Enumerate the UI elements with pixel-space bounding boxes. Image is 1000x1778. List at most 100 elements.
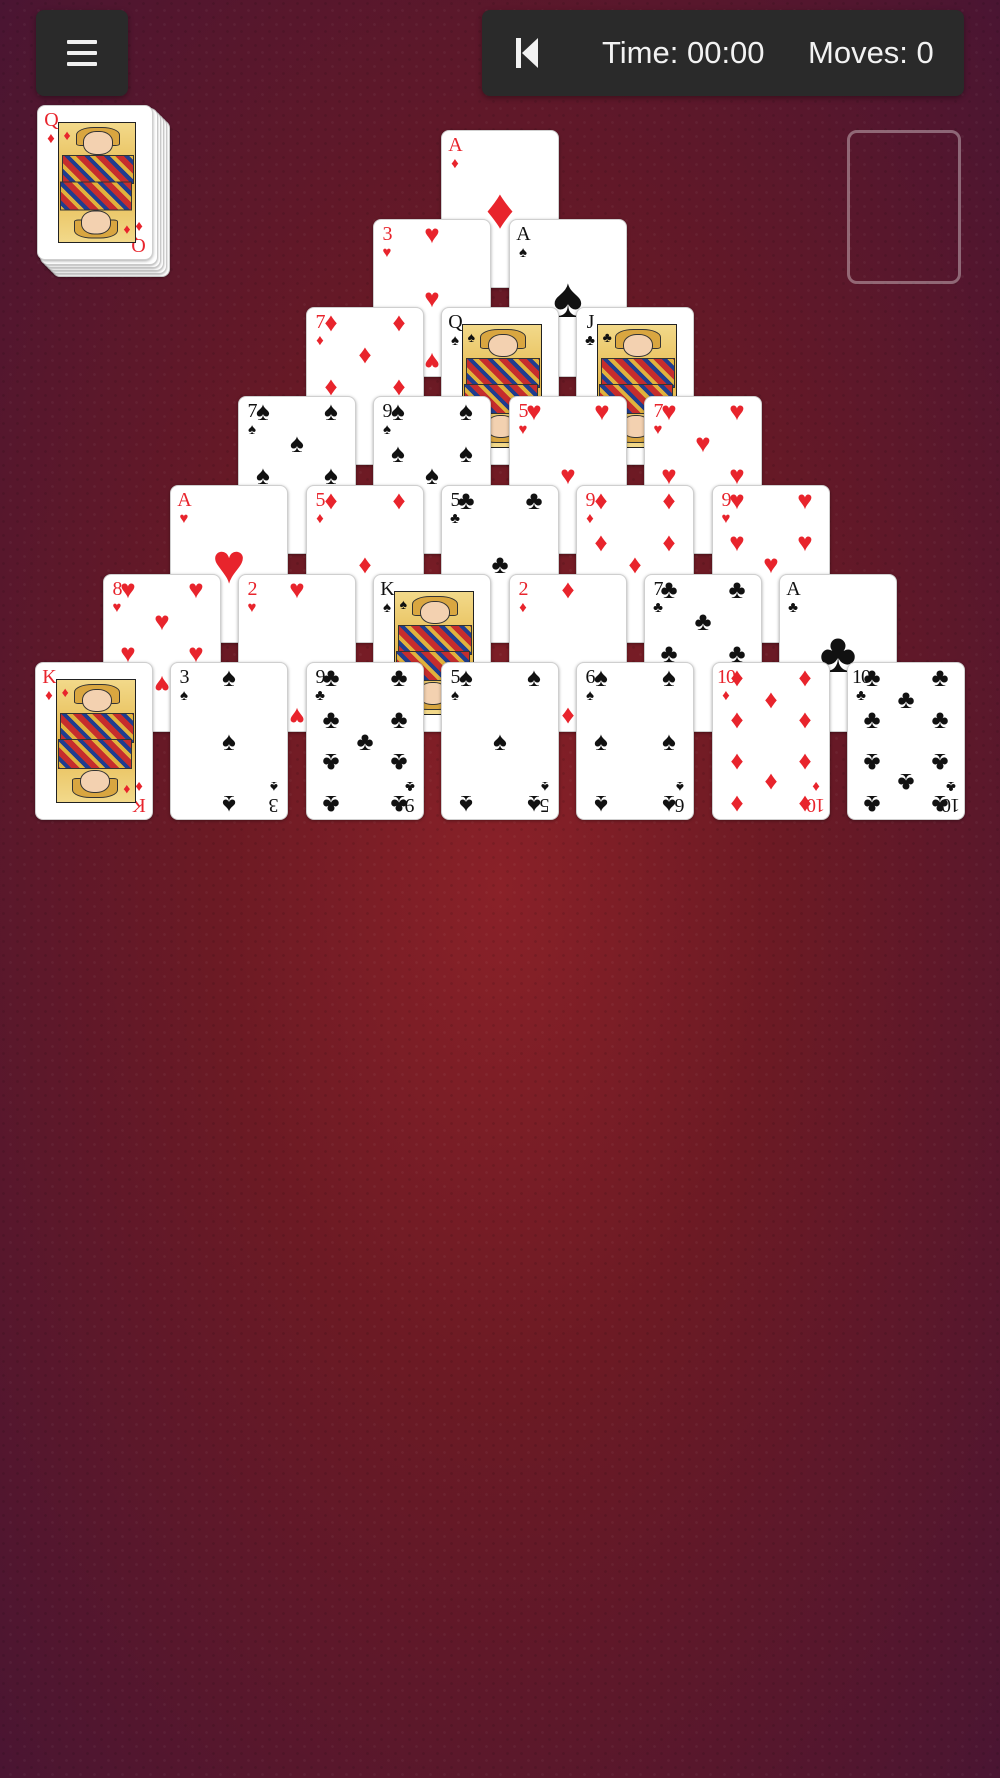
hearts-icon: ♥ (594, 396, 610, 426)
diamonds-icon: ♦ (594, 485, 608, 515)
spades-icon: ♠ (493, 726, 507, 756)
diamonds-icon: ♦ (730, 790, 744, 820)
card-rank: A (177, 489, 191, 511)
diamonds-icon: ♦ (358, 339, 372, 369)
clubs-icon: ♣ (863, 747, 881, 778)
spades-icon: ♠ (324, 396, 338, 426)
pyramid-card[interactable]: 9 ♣ 9 ♣ ♣ ♣ ♣ ♣ ♣ ♣ ♣ ♣ ♣ (306, 662, 424, 820)
diamonds-icon: ♦ (730, 662, 744, 692)
pyramid-card[interactable]: 6 ♠ 6 ♠ ♠ ♠ ♠ ♠ ♠ ♠ (576, 662, 694, 820)
spades-icon: ♠ (222, 790, 236, 820)
diamonds-icon: ♦ (561, 574, 575, 604)
pyramid-card[interactable]: 10 ♦ 10 ♦ ♦ ♦ ♦ ♦ ♦ ♦ ♦ ♦ ♦ ♦ (712, 662, 830, 820)
clubs-icon: ♣ (390, 747, 408, 778)
card-pips: ♣ ♣ ♣ ♣ ♣ ♣ ♣ ♣ ♣ ♣ (863, 664, 948, 819)
diamonds-icon: ♦ (324, 485, 338, 515)
hearts-icon: ♥ (424, 219, 440, 249)
card-corner-top: 3 ♠ (175, 667, 193, 703)
clubs-icon: ♣ (390, 790, 408, 820)
spades-icon: ♠ (527, 790, 541, 820)
card-corner-top: A ♦ (446, 135, 464, 171)
spades-icon: ♠ (527, 662, 541, 692)
clubs-icon: ♣ (694, 606, 712, 636)
spades-icon: ♠ (459, 396, 473, 426)
spades-icon: ♠ (222, 662, 236, 692)
spades-icon: ♠ (180, 687, 188, 704)
pyramid-card[interactable]: 5 ♠ 5 ♠ ♠ ♠ ♠ ♠ ♠ (441, 662, 559, 820)
spades-icon: ♠ (222, 726, 236, 756)
pyramid-card[interactable]: K ♦ K ♦ ♦ ♦ (35, 662, 153, 820)
spades-icon: ♠ (594, 790, 608, 820)
diamonds-icon: ♦ (764, 683, 778, 714)
clubs-icon: ♣ (525, 485, 543, 515)
pyramid-card[interactable]: 3 ♠ 3 ♠ ♠ ♠ ♠ (170, 662, 288, 820)
hearts-icon: ♥ (289, 702, 305, 732)
diamonds-icon: ♦ (61, 683, 69, 700)
undo-button[interactable] (482, 10, 572, 96)
clubs-icon: ♣ (931, 790, 949, 820)
diamonds-icon: ♦ (798, 704, 812, 735)
spades-icon: ♠ (459, 438, 473, 469)
card-pips: ♠ ♠ ♠ ♠ ♠ (459, 664, 541, 819)
card-rank: A (516, 223, 530, 245)
diamonds-icon: ♦ (324, 307, 338, 337)
hearts-icon: ♥ (154, 606, 170, 636)
card-pips: ♦ ♦ ♦ ♦ ♦ ♦ ♦ ♦ ♦ ♦ (730, 664, 811, 819)
card-pips: ♠ ♠ ♠ ♠ ♠ ♠ (594, 664, 676, 819)
card-pips: ♠ ♠ ♠ (195, 664, 263, 819)
diamonds-icon: ♦ (730, 747, 744, 778)
clubs-icon: ♣ (390, 662, 408, 692)
menu-button[interactable] (36, 10, 128, 96)
diamonds-icon: ♦ (392, 485, 406, 515)
hearts-icon: ♥ (424, 347, 440, 377)
clubs-icon: ♣ (897, 683, 915, 714)
spades-icon: ♠ (662, 726, 676, 756)
clubs-icon: ♣ (788, 599, 798, 616)
clubs-icon: ♣ (931, 662, 949, 692)
diamonds-icon: ♦ (662, 527, 676, 558)
spades-icon: ♠ (290, 428, 304, 458)
clubs-icon: ♣ (356, 726, 374, 756)
spades-icon: ♠ (459, 662, 473, 692)
diamonds-icon: ♦ (561, 702, 575, 732)
card-rank: 2 (518, 578, 529, 600)
timer-text: Time: 00:00 (602, 35, 765, 70)
face-card-art: ♦ ♦ (56, 679, 136, 803)
hearts-icon: ♥ (661, 396, 677, 426)
hearts-icon: ♥ (763, 549, 779, 579)
clubs-icon: ♣ (322, 747, 340, 778)
card-corner-top: 3 ♥ (378, 224, 396, 260)
spades-icon: ♠ (467, 328, 476, 345)
spades-icon: ♠ (519, 244, 527, 261)
spades-icon: ♠ (662, 790, 676, 820)
moves-counter: Moves: 0 (808, 35, 934, 70)
clubs-icon: ♣ (863, 662, 881, 692)
clubs-icon: ♣ (897, 768, 915, 799)
diamonds-icon: ♦ (123, 782, 131, 799)
diamonds-icon: ♦ (798, 790, 812, 820)
clubs-icon: ♣ (457, 485, 475, 515)
spades-icon: ♠ (256, 396, 270, 426)
card-rank: A (786, 578, 800, 600)
waste-slot[interactable] (847, 130, 961, 284)
hearts-icon: ♥ (154, 670, 170, 700)
hearts-icon: ♥ (729, 527, 745, 558)
clubs-icon: ♣ (322, 790, 340, 820)
spades-icon: ♠ (391, 396, 405, 426)
status-panel: Time: 00:00 Moves: 0 (482, 10, 964, 96)
hearts-icon: ♥ (560, 460, 576, 490)
diamonds-icon: ♦ (594, 527, 608, 558)
diamonds-icon: ♦ (798, 747, 812, 778)
hearts-icon: ♥ (797, 527, 813, 558)
hearts-icon: ♥ (120, 574, 136, 604)
clubs-icon: ♣ (322, 704, 340, 735)
clubs-icon: ♣ (931, 704, 949, 735)
stock-top-card[interactable]: Q ♦ Q ♦ ♦ ♦ (37, 105, 153, 260)
diamonds-icon: ♦ (628, 549, 642, 579)
spades-icon: ♠ (459, 790, 473, 820)
spades-icon: ♠ (399, 595, 408, 612)
hearts-icon: ♥ (382, 244, 392, 261)
diamonds-icon: ♦ (764, 768, 778, 799)
pyramid-card[interactable]: 10 ♣ 10 ♣ ♣ ♣ ♣ ♣ ♣ ♣ ♣ ♣ ♣ ♣ (847, 662, 965, 820)
hearts-icon: ♥ (797, 485, 813, 515)
